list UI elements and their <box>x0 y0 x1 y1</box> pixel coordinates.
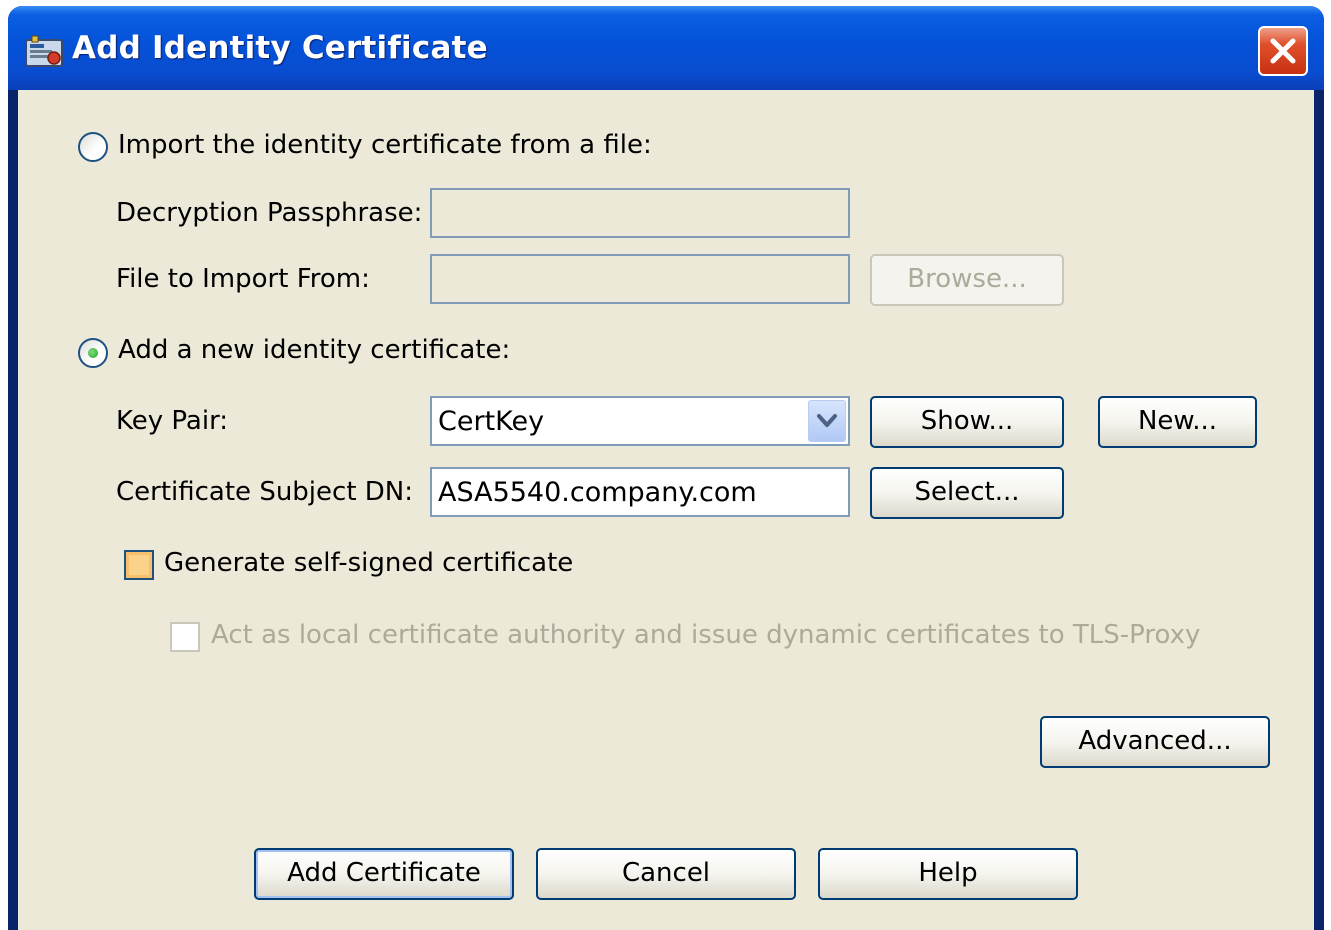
subject-dn-label: Certificate Subject DN: <box>116 477 414 507</box>
self-signed-checkbox[interactable] <box>124 550 154 580</box>
dialog-window: Add Identity Certificate Import the iden… <box>8 6 1324 930</box>
import-radio-label: Import the identity certificate from a f… <box>118 130 652 160</box>
show-button[interactable]: Show... <box>870 396 1064 448</box>
dialog-body: Import the identity certificate from a f… <box>18 90 1314 930</box>
key-pair-label: Key Pair: <box>116 406 229 436</box>
title-bar[interactable]: Add Identity Certificate <box>8 6 1324 90</box>
add-certificate-button[interactable]: Add Certificate <box>254 848 514 900</box>
dropdown-arrow[interactable] <box>808 400 846 442</box>
passphrase-input[interactable] <box>430 188 850 238</box>
self-signed-label: Generate self-signed certificate <box>164 548 574 578</box>
subject-dn-input[interactable]: ASA5540.company.com <box>430 467 850 517</box>
select-dn-button[interactable]: Select... <box>870 467 1064 519</box>
window-title: Add Identity Certificate <box>72 30 488 66</box>
new-certificate-radio[interactable] <box>78 338 108 368</box>
key-pair-value: CertKey <box>438 406 545 437</box>
new-key-pair-button[interactable]: New... <box>1098 396 1257 448</box>
cancel-button[interactable]: Cancel <box>536 848 796 900</box>
advanced-button[interactable]: Advanced... <box>1040 716 1270 768</box>
key-pair-select[interactable]: CertKey <box>430 396 850 446</box>
chevron-down-icon <box>817 414 837 427</box>
radio-selected-dot <box>88 348 98 358</box>
close-icon <box>1270 38 1296 64</box>
local-ca-label: Act as local certificate authority and i… <box>211 620 1201 650</box>
help-button[interactable]: Help <box>818 848 1078 900</box>
new-certificate-radio-label: Add a new identity certificate: <box>118 335 511 365</box>
import-radio[interactable] <box>78 132 108 162</box>
close-button[interactable] <box>1258 26 1308 76</box>
file-label: File to Import From: <box>116 264 370 294</box>
local-ca-checkbox[interactable] <box>170 622 200 652</box>
file-input[interactable] <box>430 254 850 304</box>
browse-button[interactable]: Browse... <box>870 254 1064 306</box>
certificate-app-icon <box>25 35 63 67</box>
passphrase-label: Decryption Passphrase: <box>116 198 423 228</box>
